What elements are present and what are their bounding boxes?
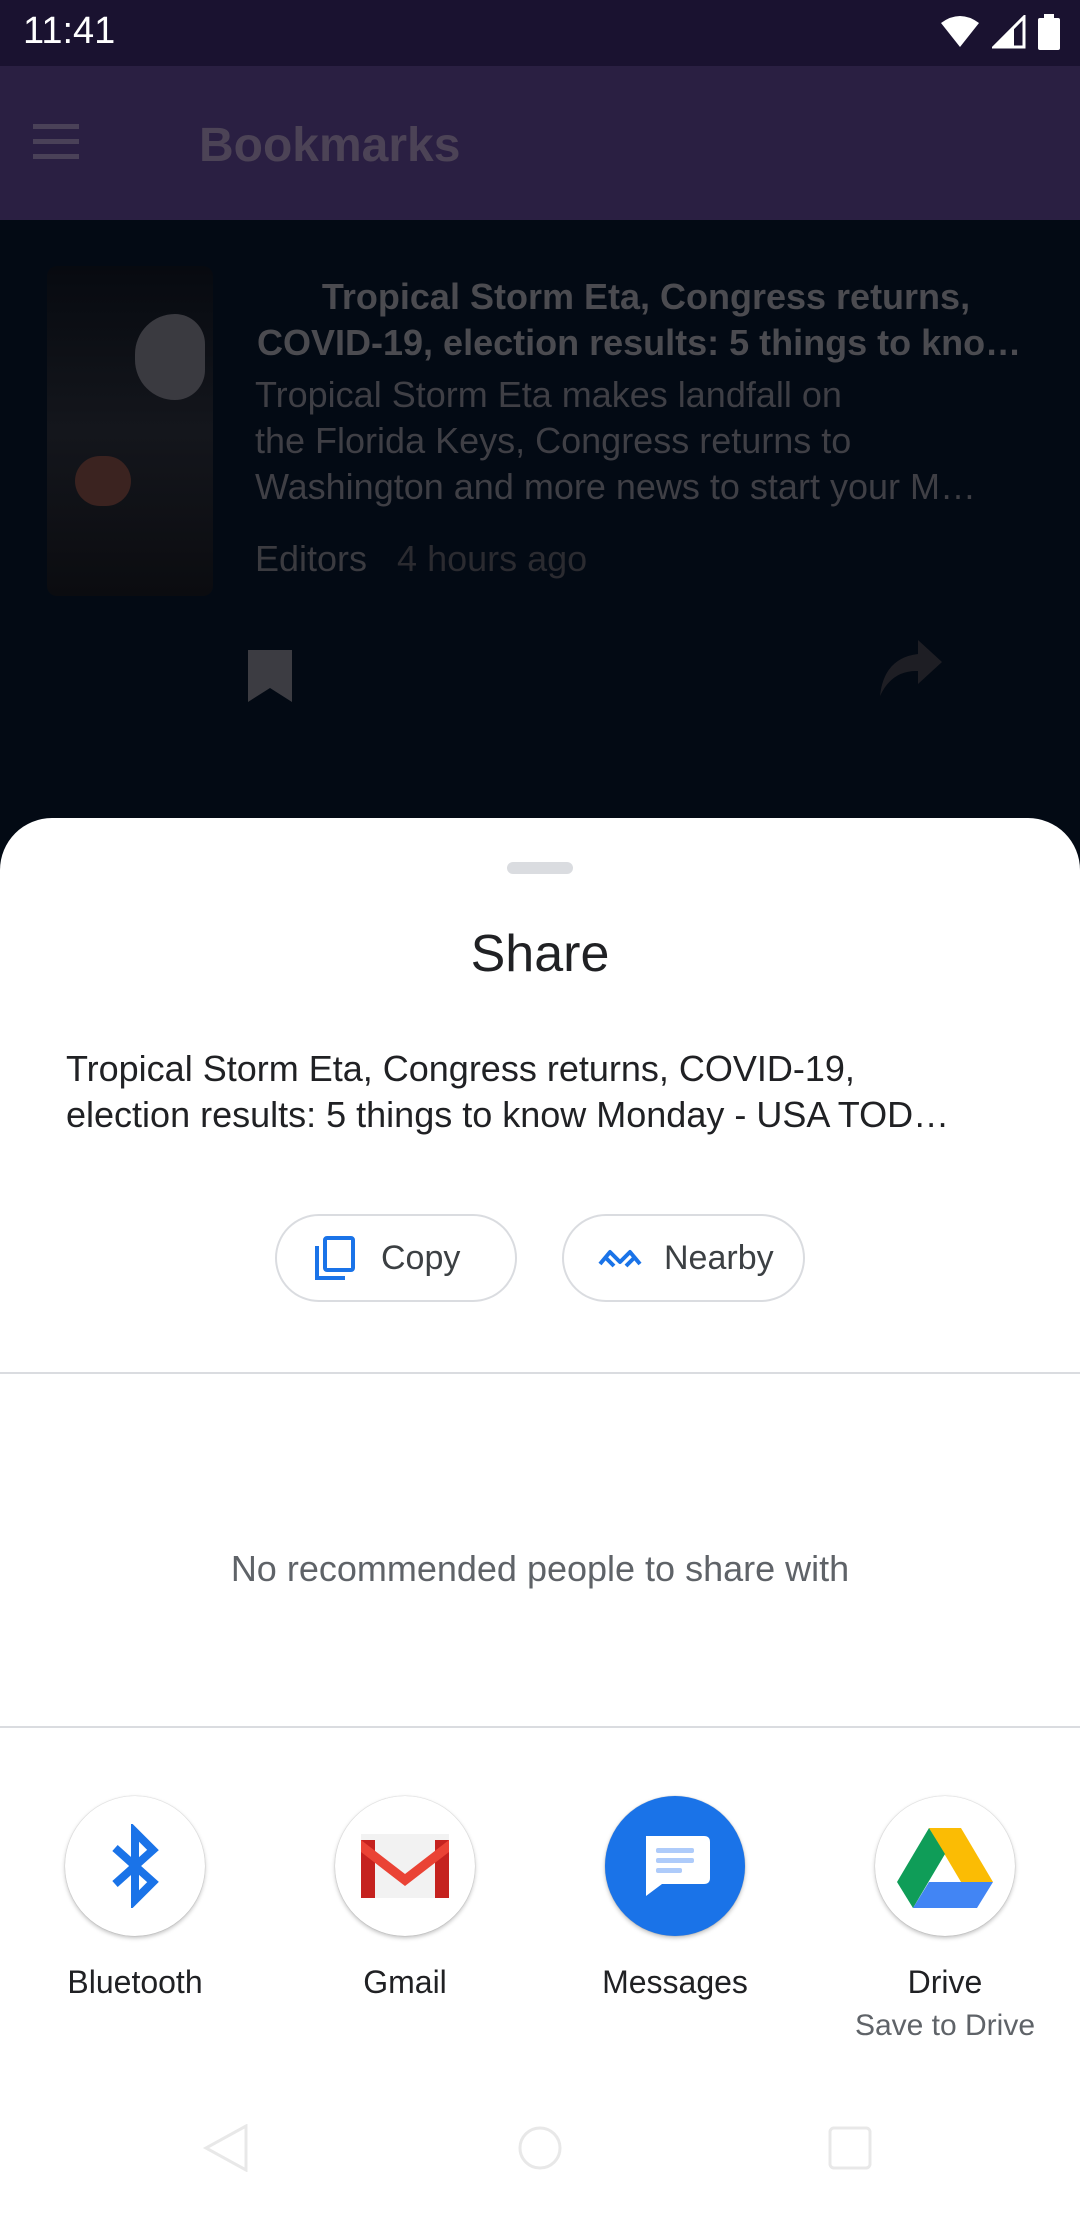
nearby-label: Nearby xyxy=(664,1238,774,1277)
share-target-gmail[interactable]: Gmail xyxy=(270,1796,540,2001)
no-people-message: No recommended people to share with xyxy=(230,1548,850,1589)
status-time: 11:41 xyxy=(23,10,116,52)
system-nav-bar xyxy=(0,2124,1080,2220)
page-title: Bookmarks xyxy=(199,119,461,172)
nearby-button[interactable]: Nearby xyxy=(562,1214,805,1302)
bluetooth-icon xyxy=(112,1824,159,1908)
share-preview-text: Tropical Storm Eta, Congress returns, CO… xyxy=(66,1048,950,1135)
status-bar: 11:41 xyxy=(0,0,1080,66)
back-icon[interactable] xyxy=(202,2124,250,2172)
drive-icon xyxy=(897,1828,993,1908)
copy-label: Copy xyxy=(381,1238,461,1277)
gmail-icon xyxy=(361,1834,449,1898)
share-targets: Bluetooth Gmail Messages Drive Save to D… xyxy=(0,1796,1080,2056)
copy-button[interactable]: Copy xyxy=(275,1214,517,1302)
signal-icon xyxy=(992,15,1026,49)
share-target-messages[interactable]: Messages xyxy=(540,1796,810,2001)
share-target-bluetooth[interactable]: Bluetooth xyxy=(0,1796,270,2001)
status-icons xyxy=(940,12,1060,52)
app-bar: Bookmarks xyxy=(0,66,1080,220)
article-meta: Editors 4 hours ago xyxy=(255,538,587,580)
article-time: 4 hours ago xyxy=(397,538,588,579)
wifi-icon xyxy=(941,16,979,47)
article-thumbnail[interactable] xyxy=(47,266,213,596)
drag-handle[interactable] xyxy=(507,862,573,874)
nearby-icon xyxy=(598,1250,642,1268)
copy-icon xyxy=(315,1236,355,1280)
share-icon[interactable] xyxy=(880,640,942,696)
article-title[interactable]: Tropical Storm Eta, Congress returns, CO… xyxy=(257,274,1035,366)
divider xyxy=(0,1372,1080,1374)
hamburger-icon[interactable] xyxy=(33,124,79,160)
share-target-drive[interactable]: Drive Save to Drive xyxy=(810,1796,1080,2043)
home-icon[interactable] xyxy=(516,2124,564,2172)
article-description: Tropical Storm Eta makes landfall on the… xyxy=(255,374,976,507)
share-sheet-title: Share xyxy=(470,925,610,983)
bookmarks-list: Tropical Storm Eta, Congress returns, CO… xyxy=(0,220,1080,820)
bookmark-icon[interactable] xyxy=(248,650,292,702)
battery-icon xyxy=(1038,14,1060,50)
messages-icon xyxy=(646,1836,710,1896)
recents-icon[interactable] xyxy=(826,2124,874,2172)
article-author: Editors xyxy=(255,538,368,579)
divider xyxy=(0,1726,1080,1728)
share-sheet: Share Tropical Storm Eta, Congress retur… xyxy=(0,818,1080,2220)
